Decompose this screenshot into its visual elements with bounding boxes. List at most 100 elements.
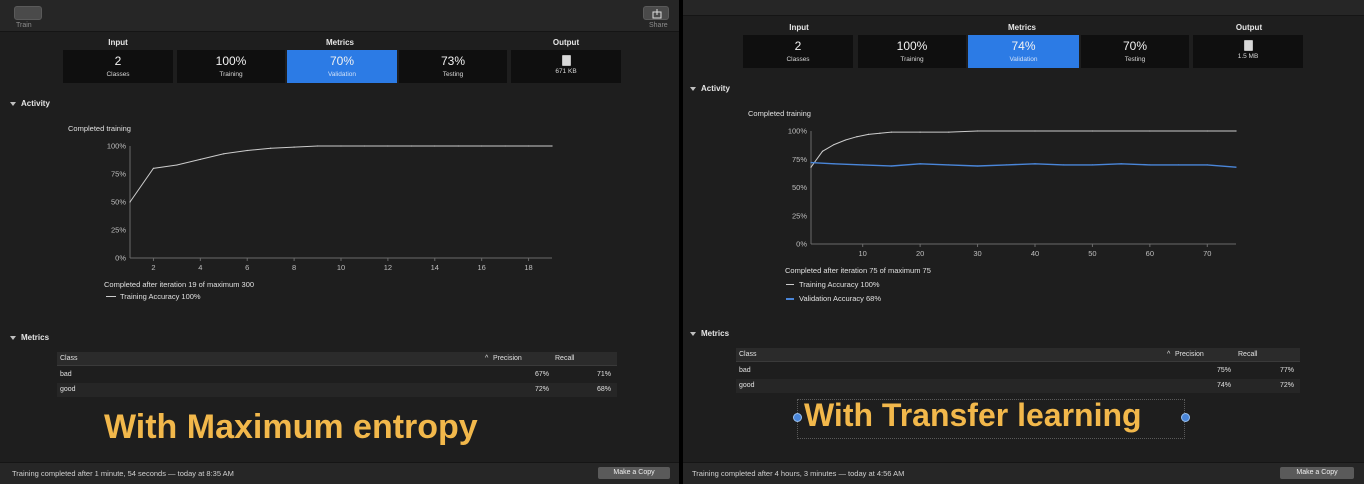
- x-tick-label: 16: [477, 263, 485, 272]
- training-label: Training: [900, 56, 924, 63]
- data-point: [1063, 164, 1065, 166]
- class-cell: good: [60, 386, 76, 393]
- data-point: [833, 143, 835, 146]
- sort-ascending-icon: ^: [485, 355, 489, 362]
- x-tick-label: 50: [1088, 249, 1096, 258]
- testing-tile[interactable]: 70% Testing: [1081, 35, 1189, 68]
- x-tick-label: 20: [916, 249, 924, 258]
- class-cell: good: [739, 382, 755, 389]
- class-column-header[interactable]: Class: [60, 355, 78, 362]
- status-text: Training completed after 1 minute, 54 se…: [12, 469, 234, 478]
- disclosure-triangle-icon: [10, 101, 16, 106]
- y-tick-label: 75%: [111, 170, 126, 179]
- training-tile[interactable]: 100% Training: [858, 35, 966, 68]
- output-tile[interactable]: 1.5 MB: [1193, 35, 1303, 68]
- status-bar: Training completed after 1 minute, 54 se…: [0, 462, 679, 484]
- completed-iterations-text: Completed after iteration 19 of maximum …: [104, 280, 255, 289]
- data-point: [176, 164, 178, 166]
- y-tick-label: 50%: [792, 183, 807, 192]
- train-button[interactable]: [14, 6, 42, 20]
- classes-tile[interactable]: 2 Classes: [743, 35, 853, 68]
- testing-tile[interactable]: 73% Testing: [399, 50, 507, 83]
- data-point: [246, 149, 248, 152]
- data-point: [833, 163, 835, 165]
- data-point: [457, 145, 459, 147]
- accuracy-chart: 0% 25% 50% 75% 100% 10 20 30 40 50 60 70: [788, 127, 1237, 258]
- precision-column-header[interactable]: Precision: [1175, 351, 1204, 358]
- x-tick-label: 70: [1203, 249, 1211, 258]
- data-point: [862, 164, 864, 166]
- model-file-icon: [561, 55, 571, 66]
- y-tick-label: 100%: [107, 142, 127, 151]
- data-point: [879, 132, 881, 134]
- table-row[interactable]: bad 67% 71%: [57, 368, 617, 382]
- table-header: Class ^ Precision Recall: [736, 348, 1300, 362]
- output-tile[interactable]: 671 KB: [511, 50, 621, 83]
- completed-iterations-text: Completed after iteration 75 of maximum …: [785, 266, 931, 275]
- data-point: [293, 146, 295, 148]
- resize-handle-right[interactable]: [1181, 413, 1190, 422]
- activity-section-header[interactable]: Activity: [690, 84, 730, 93]
- recall-cell: 77%: [1280, 367, 1295, 374]
- data-point: [340, 145, 342, 147]
- legend-training-swatch: [106, 296, 116, 297]
- validation-label: Validation: [1009, 56, 1038, 63]
- x-tick-label: 40: [1031, 249, 1039, 258]
- x-tick-label: 4: [198, 263, 202, 272]
- table-row[interactable]: bad 75% 77%: [736, 364, 1300, 378]
- x-tick-label: 18: [524, 263, 532, 272]
- training-label: Training: [219, 71, 243, 78]
- metrics-section-header[interactable]: Metrics: [10, 333, 49, 342]
- table-row[interactable]: good 72% 68%: [57, 383, 617, 397]
- sort-ascending-icon: ^: [1167, 351, 1171, 358]
- recall-column-header[interactable]: Recall: [555, 355, 574, 362]
- class-column-header[interactable]: Class: [739, 351, 757, 358]
- x-tick-label: 10: [337, 263, 345, 272]
- data-point: [919, 163, 921, 165]
- metrics-table: Class ^ Precision Recall bad 67% 71% goo…: [57, 352, 617, 398]
- x-tick-label: 12: [384, 263, 392, 272]
- y-tick-label: 0%: [115, 254, 126, 263]
- classes-count: 2: [114, 54, 122, 68]
- data-point: [316, 145, 319, 147]
- training-accuracy: 100%: [215, 54, 247, 68]
- share-button[interactable]: [643, 6, 669, 20]
- data-point: [976, 130, 979, 132]
- data-point: [152, 167, 155, 169]
- maxent-window: Train Share Input Metrics Output 2 Class…: [0, 0, 679, 484]
- data-point: [1091, 164, 1094, 166]
- activity-section-header[interactable]: Activity: [10, 99, 50, 108]
- validation-tile[interactable]: 70% Validation: [287, 50, 397, 83]
- make-a-copy-button[interactable]: Make a Copy: [598, 467, 670, 479]
- chart-title: Completed training: [748, 109, 811, 118]
- make-a-copy-button[interactable]: Make a Copy: [1280, 467, 1354, 479]
- output-size: 1.5 MB: [1237, 53, 1259, 60]
- metrics-section-label: Metrics: [701, 329, 730, 338]
- metrics-section-header[interactable]: Metrics: [690, 329, 729, 338]
- data-point: [821, 150, 824, 152]
- class-cell: bad: [739, 367, 751, 374]
- precision-cell: 75%: [1217, 367, 1232, 374]
- validation-tile[interactable]: 74% Validation: [968, 35, 1079, 68]
- testing-label: Testing: [442, 71, 464, 78]
- metrics-group-label: Metrics: [1007, 23, 1036, 32]
- activity-section-label: Activity: [701, 84, 730, 93]
- classes-tile[interactable]: 2 Classes: [63, 50, 173, 83]
- x-tick-label: 14: [431, 263, 439, 272]
- recall-column-header[interactable]: Recall: [1238, 351, 1257, 358]
- table-row[interactable]: good 74% 72%: [736, 379, 1300, 393]
- data-point: [1235, 166, 1237, 168]
- recall-cell: 72%: [1280, 382, 1295, 389]
- training-tile[interactable]: 100% Training: [177, 50, 285, 83]
- resize-handle-left[interactable]: [793, 413, 802, 422]
- status-text: Training completed after 4 hours, 3 minu…: [692, 469, 905, 478]
- disclosure-triangle-icon: [690, 331, 696, 336]
- y-tick-label: 75%: [792, 155, 807, 164]
- disclosure-triangle-icon: [690, 86, 696, 91]
- data-point: [1091, 130, 1094, 132]
- data-point: [810, 162, 812, 164]
- input-group-label: Input: [789, 23, 809, 32]
- validation-label: Validation: [327, 71, 357, 78]
- precision-column-header[interactable]: Precision: [493, 355, 522, 362]
- data-point: [481, 145, 483, 147]
